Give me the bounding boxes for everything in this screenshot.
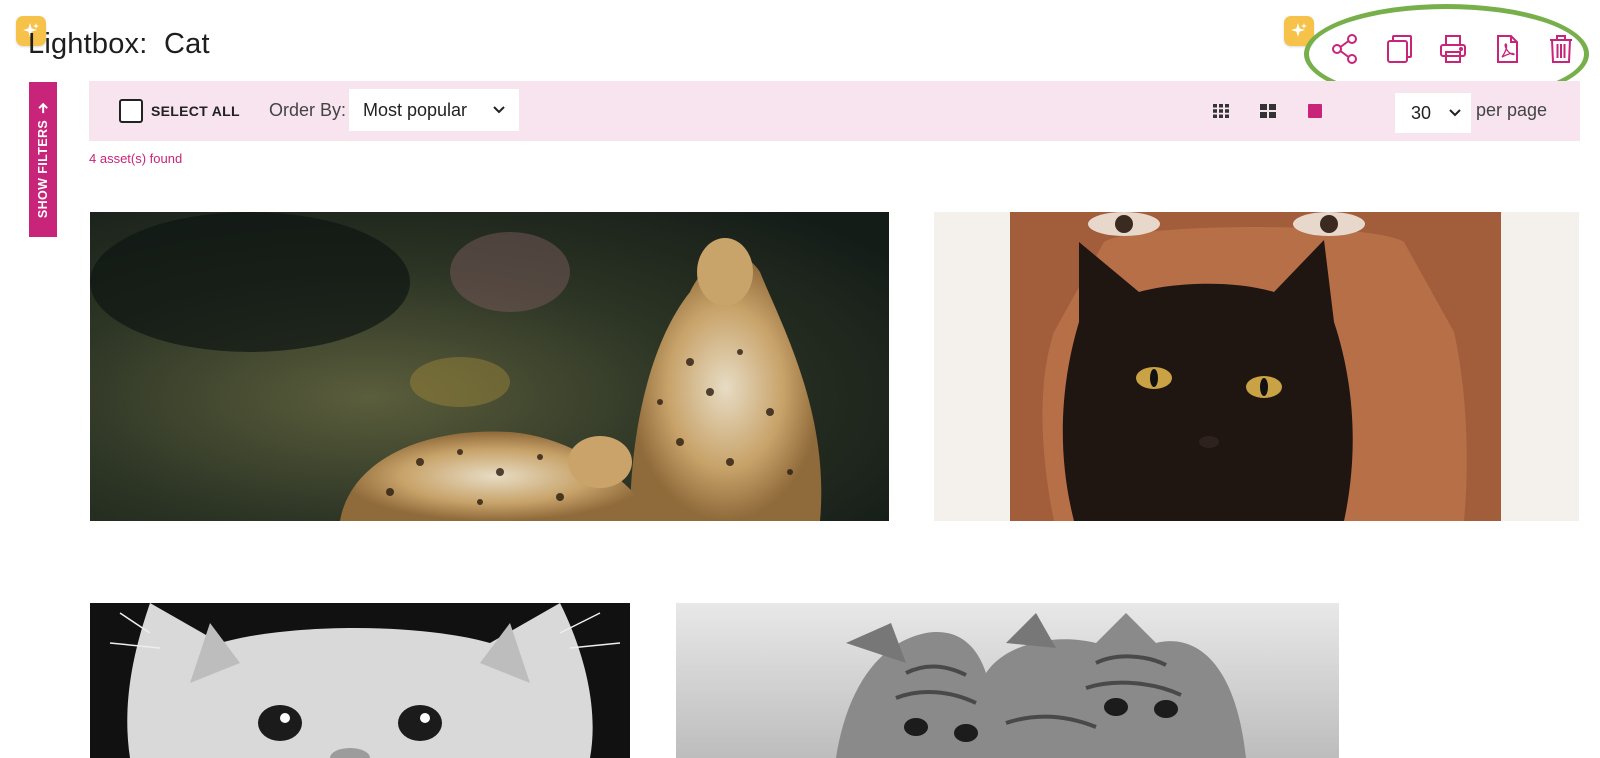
per-page-value: 30 bbox=[1411, 102, 1432, 123]
print-button[interactable] bbox=[1426, 30, 1480, 68]
per-page-select[interactable]: 30 bbox=[1395, 93, 1471, 133]
delete-button[interactable] bbox=[1534, 30, 1588, 68]
pdf-icon bbox=[1497, 35, 1518, 63]
order-by-value: Most popular bbox=[363, 99, 468, 120]
page-title: Lightbox: Cat bbox=[28, 28, 210, 60]
medium-grid-icon bbox=[1260, 104, 1276, 118]
share-button[interactable] bbox=[1318, 30, 1372, 68]
trash-icon bbox=[1550, 35, 1572, 63]
pdf-button[interactable] bbox=[1480, 30, 1534, 68]
ai-sparkle-icon[interactable] bbox=[1284, 16, 1314, 46]
share-icon bbox=[1332, 34, 1357, 64]
checkbox-box[interactable] bbox=[119, 99, 143, 123]
select-all-label: SELECT ALL bbox=[151, 103, 240, 119]
lightbox-actions bbox=[1318, 30, 1588, 68]
order-by-label: Order By: bbox=[269, 100, 347, 120]
chevron-down-icon bbox=[493, 106, 505, 114]
view-large-grid-button[interactable] bbox=[1305, 101, 1325, 121]
view-medium-grid-button[interactable] bbox=[1258, 101, 1278, 121]
arrow-right-icon bbox=[37, 101, 49, 113]
asset-tabby-kittens[interactable] bbox=[676, 603, 1339, 758]
asset-black-cat-face[interactable] bbox=[934, 212, 1579, 521]
show-filters-button[interactable]: SHOW FILTERS bbox=[29, 82, 57, 237]
large-grid-icon bbox=[1308, 104, 1322, 118]
lightbox-toolbar: SELECT ALL Order By: Most popular 30 per… bbox=[89, 81, 1580, 141]
order-by-select[interactable]: Most popular bbox=[349, 89, 519, 131]
show-filters-label: SHOW FILTERS bbox=[36, 119, 50, 218]
assets-found-count: 4 asset(s) found bbox=[89, 151, 183, 166]
copy-button[interactable] bbox=[1372, 30, 1426, 68]
small-grid-icon bbox=[1213, 104, 1229, 118]
chevron-down-icon bbox=[1449, 109, 1461, 117]
copy-icon bbox=[1387, 35, 1412, 63]
select-all-checkbox[interactable]: SELECT ALL bbox=[119, 99, 240, 123]
asset-leopards-painting[interactable] bbox=[90, 212, 889, 521]
view-small-grid-button[interactable] bbox=[1211, 101, 1231, 121]
asset-white-kitten[interactable] bbox=[90, 603, 630, 758]
per-page-label: per page bbox=[1476, 100, 1548, 120]
print-icon bbox=[1440, 35, 1466, 63]
